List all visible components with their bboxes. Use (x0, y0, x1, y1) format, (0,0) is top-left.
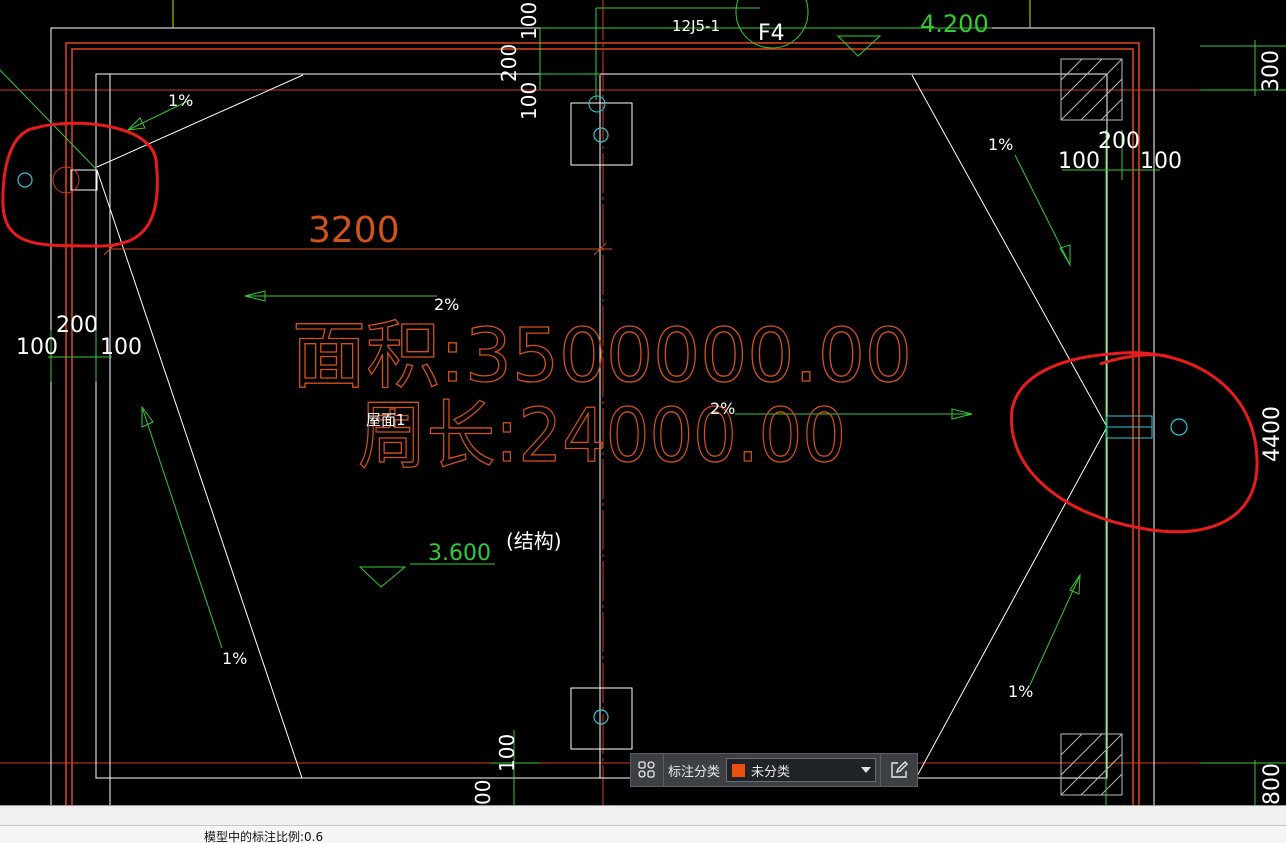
dim-100-left-l: 100 (16, 335, 58, 360)
dim-100-right-r: 100 (1140, 149, 1182, 174)
chevron-down-icon[interactable] (861, 767, 871, 773)
status-text: 模型中的标注比例:0.6 (204, 830, 324, 843)
slope-br: 1% (1008, 682, 1033, 701)
slope-tr: 1% (988, 135, 1013, 154)
dim-200-right: 200 (1098, 129, 1140, 154)
markup-circle-left (1, 121, 159, 248)
dim-100-a: 100 (517, 2, 541, 40)
drain-box-bottom (570, 687, 633, 750)
dim-100-b: 100 (517, 82, 541, 120)
roof-drain-right (1106, 415, 1188, 439)
roof-name-label: 屋面1 (366, 411, 406, 429)
category-label: 标注分类 (668, 764, 721, 780)
markup-circle-right (1009, 351, 1259, 534)
elevation-marker-top (836, 35, 882, 57)
dim-200-a: 200 (497, 44, 521, 82)
dim-800-right: 800 (1260, 763, 1285, 805)
dim-300-right: 300 (1259, 50, 1284, 92)
drain-box-top (570, 95, 633, 166)
cad-drawing-canvas[interactable]: 12J5-1 F4 4.200 100 200 100 300 200 100 … (0, 0, 1286, 805)
category-selected-value: 未分类 (751, 764, 791, 780)
dim-100-right-l: 100 (1058, 149, 1100, 174)
dim-3200: 3200 (308, 210, 400, 251)
elevation-top: 4.200 (920, 10, 989, 38)
slope-bl: 1% (222, 649, 247, 668)
status-bar: 模型中的标注比例:0.6 (0, 825, 1286, 843)
dim-00-bottom: 00 (471, 780, 495, 805)
roof-drain-left (17, 166, 80, 194)
elevation-struct-note: (结构) (506, 529, 562, 553)
column-bottom-right (1060, 733, 1123, 796)
axis-label-f4: F4 (758, 21, 785, 46)
dimension-category-toolbar: 标注分类 未分类 (630, 753, 918, 787)
elevation-marker-struct (358, 566, 407, 588)
yellow-lines (172, 0, 1031, 28)
dim-100-left-r: 100 (100, 335, 142, 360)
layers-grid-icon[interactable] (631, 754, 664, 786)
slope-tl: 1% (168, 91, 193, 110)
dim-4400: 4400 (1260, 406, 1285, 462)
top-label-detail: 12J5-1 (672, 17, 720, 35)
area-label: 面积:3500000.00 (292, 313, 912, 399)
perimeter-label: 周长:24000.00 (358, 393, 846, 479)
dim-200-left: 200 (56, 313, 98, 338)
category-color-swatch (731, 762, 747, 778)
dim-100-bottom: 100 (495, 734, 519, 772)
command-line-area[interactable] (0, 805, 1286, 825)
edit-icon[interactable] (880, 754, 917, 786)
slope-left-2: 2% (434, 295, 459, 314)
elevation-struct: 3.600 (428, 541, 491, 566)
slope-right-2: 2% (710, 399, 735, 418)
category-select[interactable]: 未分类 (726, 758, 876, 782)
